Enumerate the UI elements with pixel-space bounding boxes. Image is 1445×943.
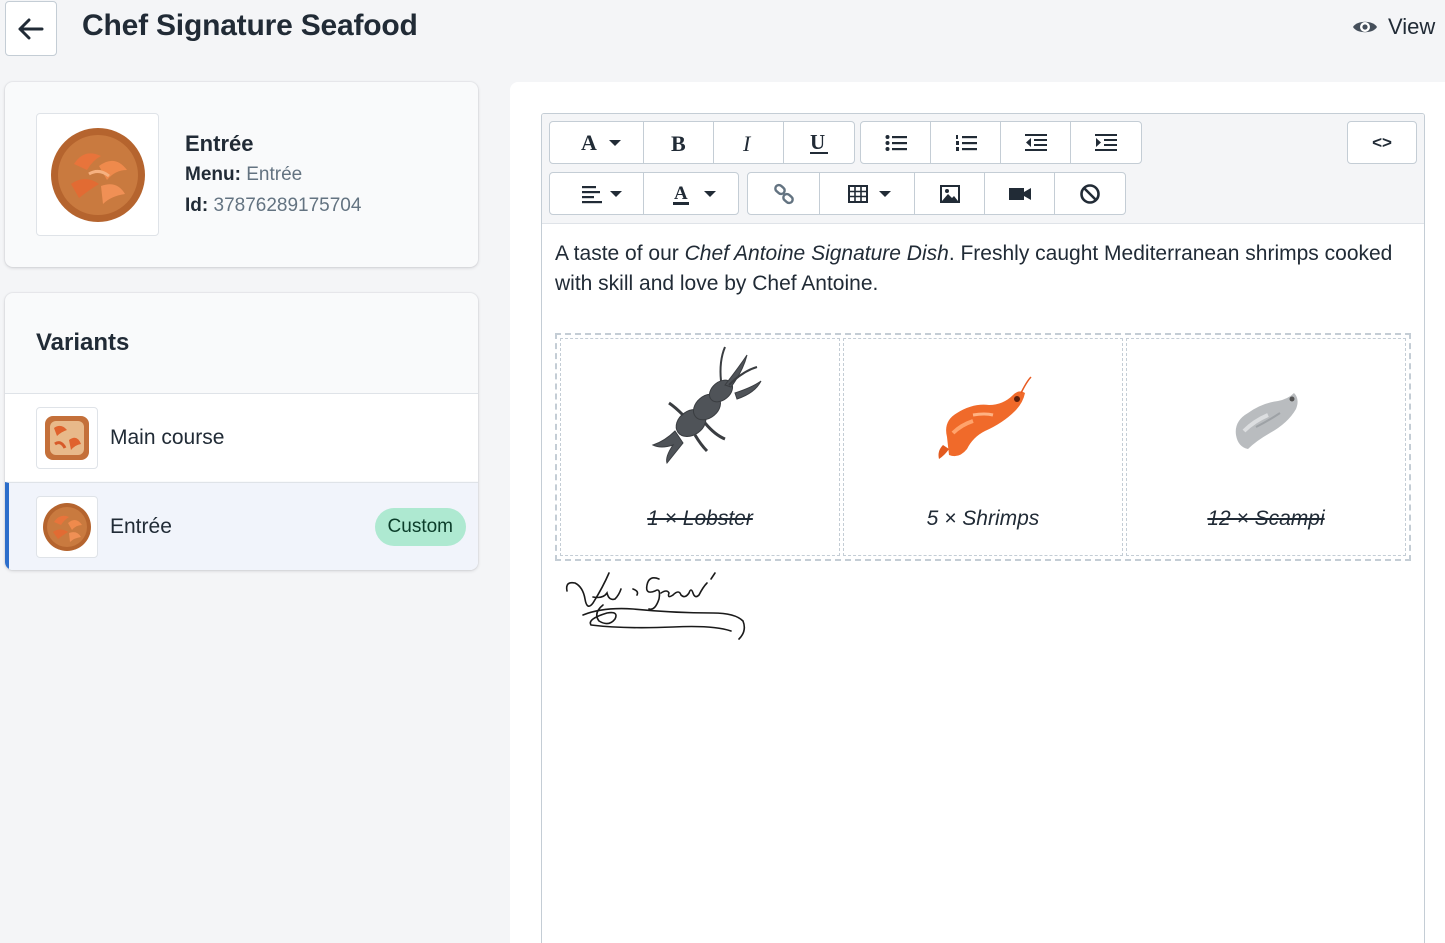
svg-text:B: B	[671, 131, 686, 155]
product-image	[36, 113, 159, 236]
list-group	[860, 121, 1142, 164]
view-button[interactable]: View	[1352, 14, 1435, 40]
clear-format-button[interactable]	[1055, 173, 1125, 214]
variant-row-entree[interactable]: Entrée Custom	[5, 482, 478, 570]
variant-label: Entrée	[110, 514, 172, 538]
page-title: Chef Signature Seafood	[82, 9, 418, 42]
text-color-icon: A	[673, 183, 716, 205]
indent-icon	[1095, 133, 1117, 151]
image-icon	[939, 184, 960, 203]
underline-icon: U	[810, 130, 828, 154]
svg-text:A: A	[674, 183, 688, 204]
image-button[interactable]	[915, 173, 985, 214]
numbered-list-button[interactable]	[931, 122, 1001, 163]
video-camera-icon	[1008, 187, 1031, 200]
scampi-image	[1226, 385, 1306, 455]
italic-icon: I	[742, 131, 752, 155]
arrow-left-icon	[18, 18, 44, 39]
product-name: Entrée	[185, 131, 254, 156]
text-format-group: A B I U	[549, 121, 855, 164]
table-cell-shrimps: 5 × Shrimps	[843, 338, 1123, 556]
variant-thumbnail	[36, 496, 98, 558]
code-view-group: <>	[1347, 121, 1417, 164]
editor-content[interactable]: A taste of our Chef Antoine Signature Di…	[555, 239, 1415, 640]
link-icon	[773, 183, 794, 204]
insert-group	[747, 172, 1126, 215]
align-left-icon	[581, 185, 622, 203]
align-dropdown[interactable]	[550, 173, 644, 214]
view-label: View	[1388, 14, 1436, 39]
bullet-list-button[interactable]	[861, 122, 931, 163]
ban-icon	[1080, 183, 1100, 204]
numbered-list-icon	[955, 134, 977, 151]
variant-row-main-course[interactable]: Main course	[5, 393, 478, 481]
product-menu: Menu: Entrée	[185, 164, 303, 185]
underline-button[interactable]: U	[784, 122, 854, 163]
text-color-dropdown[interactable]: A	[644, 173, 738, 214]
item-label: 1 × Lobster	[647, 507, 753, 530]
font-style-dropdown[interactable]: A	[550, 122, 644, 163]
font-icon: A	[581, 131, 621, 155]
table-cell-scampi: 12 × Scampi	[1126, 338, 1406, 556]
item-label: 5 × Shrimps	[926, 507, 1040, 530]
chef-dish-name: Chef Antoine Signature Dish	[684, 242, 949, 265]
outdent-button[interactable]	[1001, 122, 1071, 163]
back-button[interactable]	[5, 1, 57, 56]
indent-button[interactable]	[1071, 122, 1141, 163]
svg-text:I: I	[742, 131, 752, 155]
outdent-icon	[1024, 133, 1047, 151]
table-icon	[848, 184, 891, 203]
video-button[interactable]	[985, 173, 1055, 214]
link-button[interactable]	[748, 173, 820, 214]
variant-thumbnail	[36, 407, 98, 469]
seafood-table: 1 × Lobster 5 × Shrimps 12 × Scampi	[555, 333, 1411, 561]
paragraph-group: A	[549, 172, 739, 215]
svg-text:U: U	[810, 130, 825, 154]
editor-toolbar: A B I U <> A	[542, 114, 1424, 224]
bullet-list-icon	[885, 134, 907, 151]
variant-label: Main course	[110, 425, 225, 449]
variants-card: Variants Main course Entrée Custom	[5, 293, 478, 570]
bold-button[interactable]: B	[644, 122, 714, 163]
bold-icon: B	[671, 131, 686, 155]
product-id: Id: 37876289175704	[185, 195, 362, 216]
code-view-button[interactable]: <>	[1348, 122, 1416, 163]
eye-icon	[1353, 21, 1377, 33]
item-label: 12 × Scampi	[1207, 507, 1325, 530]
table-dropdown[interactable]	[820, 173, 915, 214]
editor-panel: A B I U <> A A taste of our Chef Antoine…	[510, 82, 1445, 943]
variants-title: Variants	[36, 329, 130, 356]
lobster-image	[635, 341, 765, 466]
shrimp-image	[933, 375, 1033, 465]
chef-signature	[563, 569, 753, 654]
product-card: Entrée Menu: Entrée Id: 37876289175704	[5, 82, 478, 267]
table-cell-lobster: 1 × Lobster	[560, 338, 840, 556]
intro-paragraph: A taste of our Chef Antoine Signature Di…	[555, 242, 1393, 295]
svg-text:A: A	[581, 131, 597, 155]
custom-badge: Custom	[374, 508, 466, 546]
italic-button[interactable]: I	[714, 122, 784, 163]
rich-text-editor: A B I U <> A A taste of our Chef Antoine…	[541, 113, 1425, 943]
